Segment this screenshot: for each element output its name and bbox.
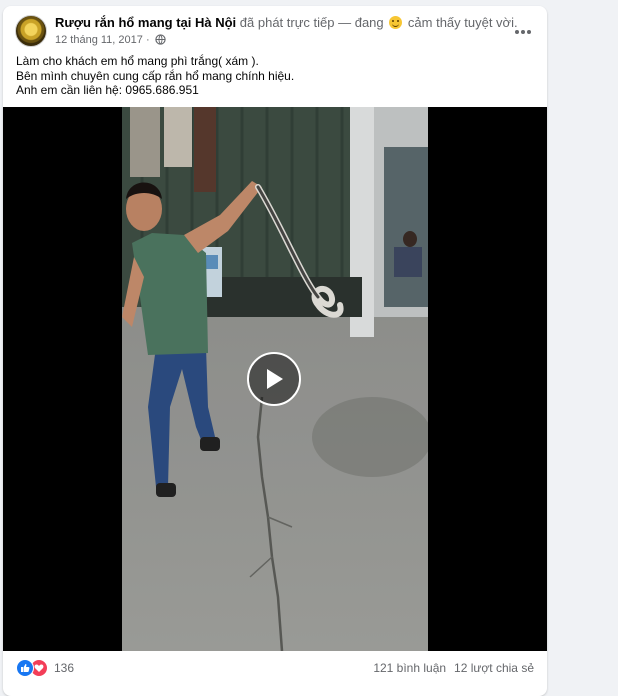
reactions-summary[interactable]: 136 [16,659,74,677]
feeling-text: cảm thấy tuyệt vời. [407,15,518,30]
video-player[interactable] [3,107,547,651]
smiley-icon [389,16,403,29]
like-reaction-icon [16,659,34,677]
post-card: Rượu rắn hổ mang tại Hà Nội đã phát trực… [3,6,547,696]
post-text-line: Làm cho khách em hổ mang phì trắng( xám … [16,54,259,68]
post-text-line: Anh em cần liên hệ: 0965.686.951 [16,83,199,97]
post-text-line: Bên mình chuyên cung cấp rắn hổ mang chí… [16,68,295,83]
post-header: Rượu rắn hổ mang tại Hà Nội đã phát trực… [15,14,535,54]
post-text: Làm cho khách em hổ mang phì trắng( xám … [16,54,294,98]
reaction-count: 136 [54,661,75,675]
comments-count-link[interactable]: 121 bình luận [373,661,446,675]
page-avatar[interactable] [15,15,47,47]
more-options-icon[interactable] [511,20,535,44]
shares-count-link[interactable]: 12 lượt chia sẻ [454,661,534,675]
post-title-line: Rượu rắn hổ mang tại Hà Nội đã phát trực… [55,15,518,31]
globe-icon[interactable] [155,34,166,45]
activity-text: đã phát trực tiếp — đang [239,15,384,30]
play-button[interactable] [247,352,301,406]
post-date-link[interactable]: 12 tháng 11, 2017 [55,34,143,46]
page-name-link[interactable]: Rượu rắn hổ mang tại Hà Nội [55,15,236,30]
post-footer: 136 121 bình luận 12 lượt chia sẻ [3,651,547,685]
play-icon [267,369,283,389]
post-meta: 12 tháng 11, 2017 · [55,33,166,47]
meta-separator: · [145,34,150,46]
engagement-counts: 121 bình luận 12 lượt chia sẻ [373,661,534,675]
